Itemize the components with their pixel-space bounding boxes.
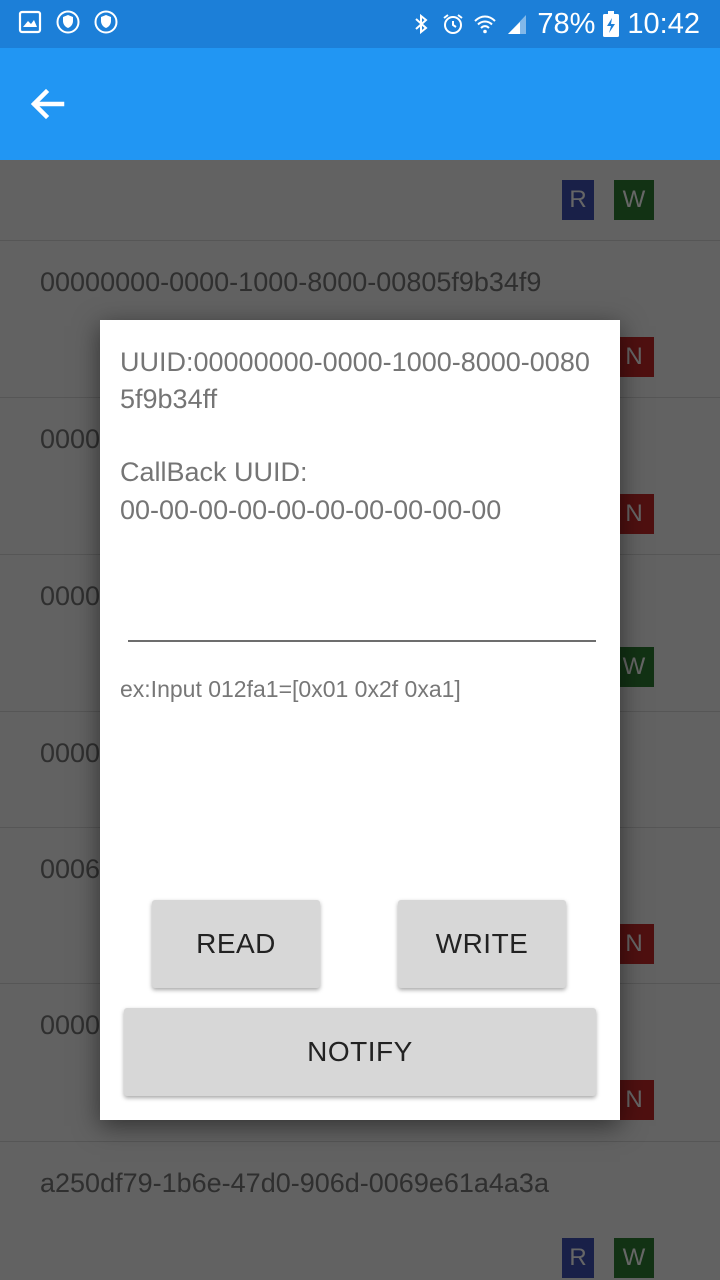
alarm-icon <box>443 14 463 34</box>
input-hint: ex:Input 012fa1=[0x01 0x2f 0xa1] <box>120 676 461 702</box>
status-left-icons <box>18 10 118 34</box>
shield-icon <box>94 10 118 34</box>
hex-input[interactable] <box>128 590 596 642</box>
status-bar: 78% 10:42 <box>0 0 720 48</box>
status-right: 78% 10:42 <box>409 6 700 42</box>
back-arrow-icon[interactable] <box>24 80 72 128</box>
battery-icon <box>603 11 620 37</box>
read-button[interactable]: READ <box>152 900 320 988</box>
bluetooth-icon <box>415 13 428 35</box>
app-bar <box>0 48 720 160</box>
battery-percent: 78% <box>537 8 596 40</box>
wifi-icon <box>474 15 497 34</box>
uuid-text: UUID:00000000-0000-1000-8000-00805f9b34f… <box>120 347 590 414</box>
notify-button[interactable]: NOTIFY <box>124 1008 596 1096</box>
callback-uuid-label: CallBack UUID: <box>120 457 308 487</box>
shield-icon <box>56 10 80 34</box>
clock: 10:42 <box>627 8 700 40</box>
signal-icon <box>508 15 527 34</box>
gallery-icon <box>18 10 42 34</box>
write-button[interactable]: WRITE <box>398 900 566 988</box>
callback-uuid-value: 00-00-00-00-00-00-00-00-00-00 <box>120 495 502 525</box>
characteristic-dialog: UUID:00000000-0000-1000-8000-00805f9b34f… <box>100 320 620 1120</box>
